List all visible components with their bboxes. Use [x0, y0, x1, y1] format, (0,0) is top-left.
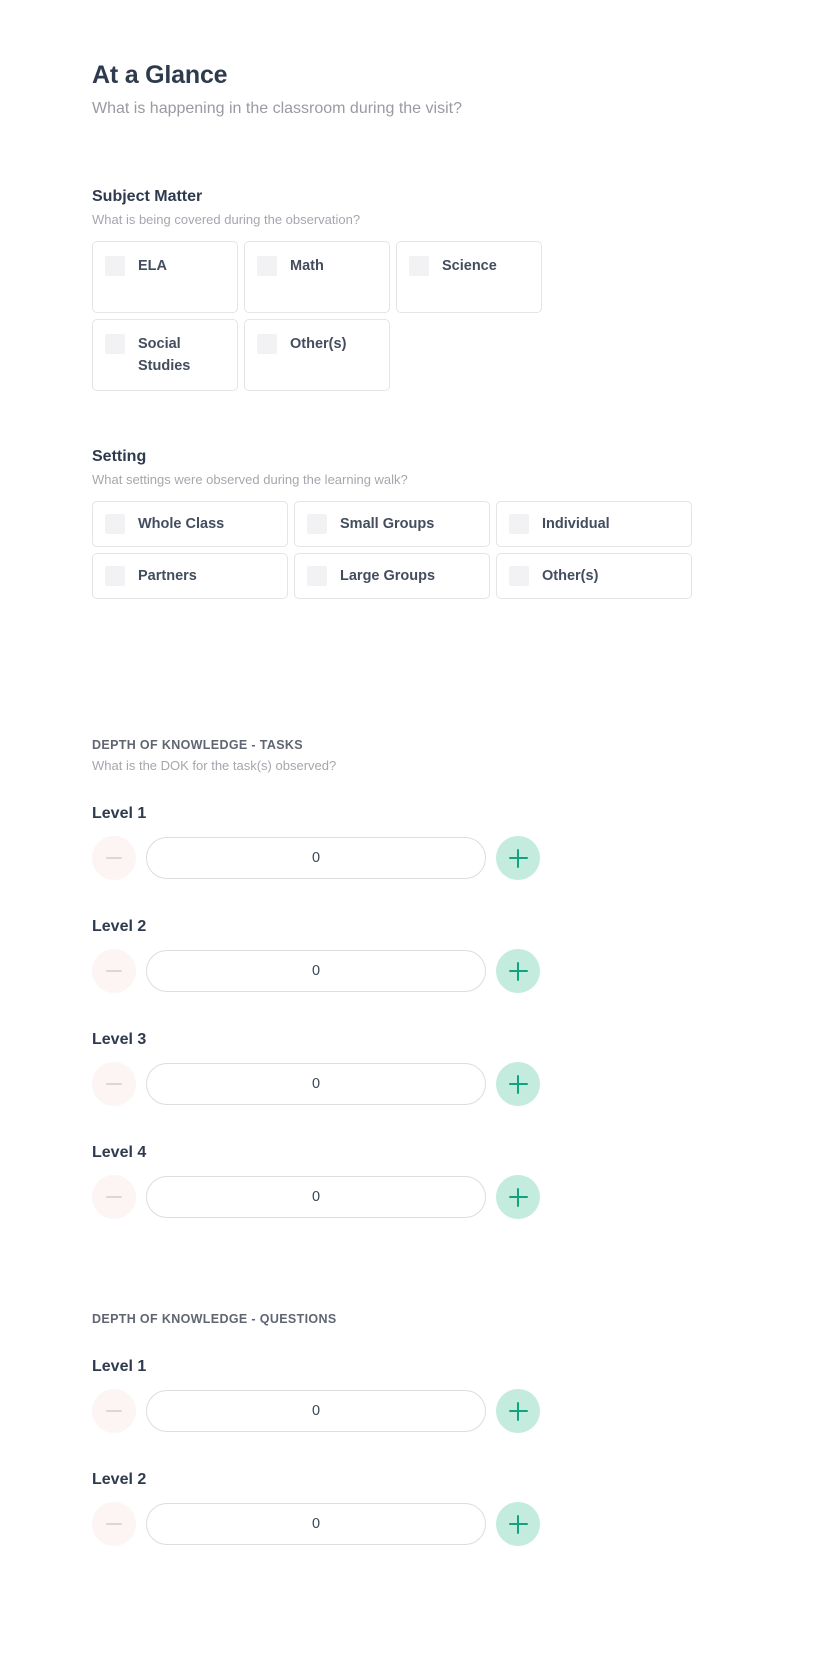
page-title: At a Glance — [92, 61, 228, 89]
level-label: Level 4 — [92, 1144, 147, 1161]
count-input[interactable] — [146, 837, 486, 879]
decrement-button[interactable] — [92, 1175, 136, 1219]
setting-option-label: Partners — [138, 568, 197, 584]
dok-questions-level-2: Level 2 — [92, 1469, 692, 1546]
decrement-button[interactable] — [92, 836, 136, 880]
plus-icon — [508, 1187, 528, 1207]
count-input[interactable] — [146, 1176, 486, 1218]
minus-icon — [106, 1409, 122, 1413]
minus-icon — [106, 1195, 122, 1199]
subject-matter-title: Subject Matter — [92, 188, 203, 205]
plus-icon — [508, 848, 528, 868]
dok-tasks-title: DEPTH OF KNOWLEDGE - TASKS — [92, 738, 303, 752]
setting-option-label: Individual — [542, 516, 610, 532]
decrement-button[interactable] — [92, 949, 136, 993]
subject-option-science[interactable]: Science — [396, 241, 542, 313]
increment-button[interactable] — [496, 949, 540, 993]
dok-tasks-level-3: Level 3 — [92, 1029, 692, 1106]
setting-option-small-groups[interactable]: Small Groups — [294, 501, 490, 547]
subject-option-social-studies[interactable]: Social Studies — [92, 319, 238, 391]
section-setting: Setting What settings were observed duri… — [92, 446, 692, 599]
dok-tasks-level-4: Level 4 — [92, 1142, 692, 1219]
setting-option-individual[interactable]: Individual — [496, 501, 692, 547]
decrement-button[interactable] — [92, 1502, 136, 1546]
checkbox-icon[interactable] — [509, 514, 529, 534]
subject-option-math[interactable]: Math — [244, 241, 390, 313]
dok-tasks-subtitle: What is the DOK for the task(s) observed… — [92, 758, 337, 773]
subject-option-others[interactable]: Other(s) — [244, 319, 390, 391]
level-label: Level 1 — [92, 1358, 147, 1375]
count-input[interactable] — [146, 1063, 486, 1105]
subject-option-label: Social Studies — [138, 336, 191, 374]
setting-option-label: Whole Class — [138, 516, 225, 532]
setting-options: Whole Class Small Groups Individual Part… — [92, 501, 692, 599]
dok-tasks-level-2: Level 2 — [92, 916, 692, 993]
dok-questions-level-1: Level 1 — [92, 1356, 692, 1433]
subject-option-label: Science — [442, 258, 497, 274]
increment-button[interactable] — [496, 1175, 540, 1219]
page-subtitle: What is happening in the classroom durin… — [92, 100, 462, 117]
setting-option-partners[interactable]: Partners — [92, 553, 288, 599]
stepper — [92, 1389, 692, 1433]
checkbox-icon[interactable] — [257, 256, 277, 276]
subject-option-label: Other(s) — [290, 336, 347, 352]
plus-icon — [508, 1074, 528, 1094]
setting-option-others[interactable]: Other(s) — [496, 553, 692, 599]
subject-option-ela[interactable]: ELA — [92, 241, 238, 313]
stepper — [92, 836, 692, 880]
checkbox-icon[interactable] — [105, 334, 125, 354]
plus-icon — [508, 1514, 528, 1534]
section-dok-tasks: DEPTH OF KNOWLEDGE - TASKS What is the D… — [92, 737, 692, 1219]
count-input[interactable] — [146, 950, 486, 992]
subject-option-label: Math — [290, 258, 324, 274]
setting-option-label: Large Groups — [340, 568, 436, 584]
checkbox-icon[interactable] — [105, 566, 125, 586]
dok-questions-title: DEPTH OF KNOWLEDGE - QUESTIONS — [92, 1312, 337, 1326]
count-input[interactable] — [146, 1390, 486, 1432]
stepper — [92, 949, 692, 993]
section-subject-matter: Subject Matter What is being covered dur… — [92, 186, 692, 391]
minus-icon — [106, 1522, 122, 1526]
setting-option-large-groups[interactable]: Large Groups — [294, 553, 490, 599]
level-label: Level 2 — [92, 918, 147, 935]
increment-button[interactable] — [496, 1389, 540, 1433]
minus-icon — [106, 856, 122, 860]
checkbox-icon[interactable] — [105, 256, 125, 276]
decrement-button[interactable] — [92, 1389, 136, 1433]
checkbox-icon[interactable] — [307, 514, 327, 534]
count-input[interactable] — [146, 1503, 486, 1545]
setting-option-label: Small Groups — [340, 516, 435, 532]
checkbox-icon[interactable] — [409, 256, 429, 276]
form-content: At a Glance What is happening in the cla… — [92, 0, 692, 1546]
stepper — [92, 1062, 692, 1106]
plus-icon — [508, 961, 528, 981]
stepper — [92, 1502, 692, 1546]
plus-icon — [508, 1401, 528, 1421]
level-label: Level 3 — [92, 1031, 147, 1048]
checkbox-icon[interactable] — [257, 334, 277, 354]
level-label: Level 1 — [92, 805, 147, 822]
increment-button[interactable] — [496, 836, 540, 880]
minus-icon — [106, 1082, 122, 1086]
checkbox-icon[interactable] — [105, 514, 125, 534]
setting-subtitle: What settings were observed during the l… — [92, 472, 408, 487]
setting-option-label: Other(s) — [542, 568, 599, 584]
decrement-button[interactable] — [92, 1062, 136, 1106]
at-a-glance-form: At a Glance What is happening in the cla… — [0, 0, 840, 1680]
increment-button[interactable] — [496, 1502, 540, 1546]
checkbox-icon[interactable] — [307, 566, 327, 586]
dok-tasks-level-1: Level 1 — [92, 803, 692, 880]
section-dok-questions: DEPTH OF KNOWLEDGE - QUESTIONS Level 1 L… — [92, 1311, 692, 1546]
setting-option-whole-class[interactable]: Whole Class — [92, 501, 288, 547]
increment-button[interactable] — [496, 1062, 540, 1106]
checkbox-icon[interactable] — [509, 566, 529, 586]
minus-icon — [106, 969, 122, 973]
subject-matter-subtitle: What is being covered during the observa… — [92, 212, 361, 227]
level-label: Level 2 — [92, 1471, 147, 1488]
setting-title: Setting — [92, 448, 147, 465]
subject-option-label: ELA — [138, 258, 167, 274]
subject-matter-options: ELA Math Science Social Studies Other(s) — [92, 241, 692, 391]
stepper — [92, 1175, 692, 1219]
